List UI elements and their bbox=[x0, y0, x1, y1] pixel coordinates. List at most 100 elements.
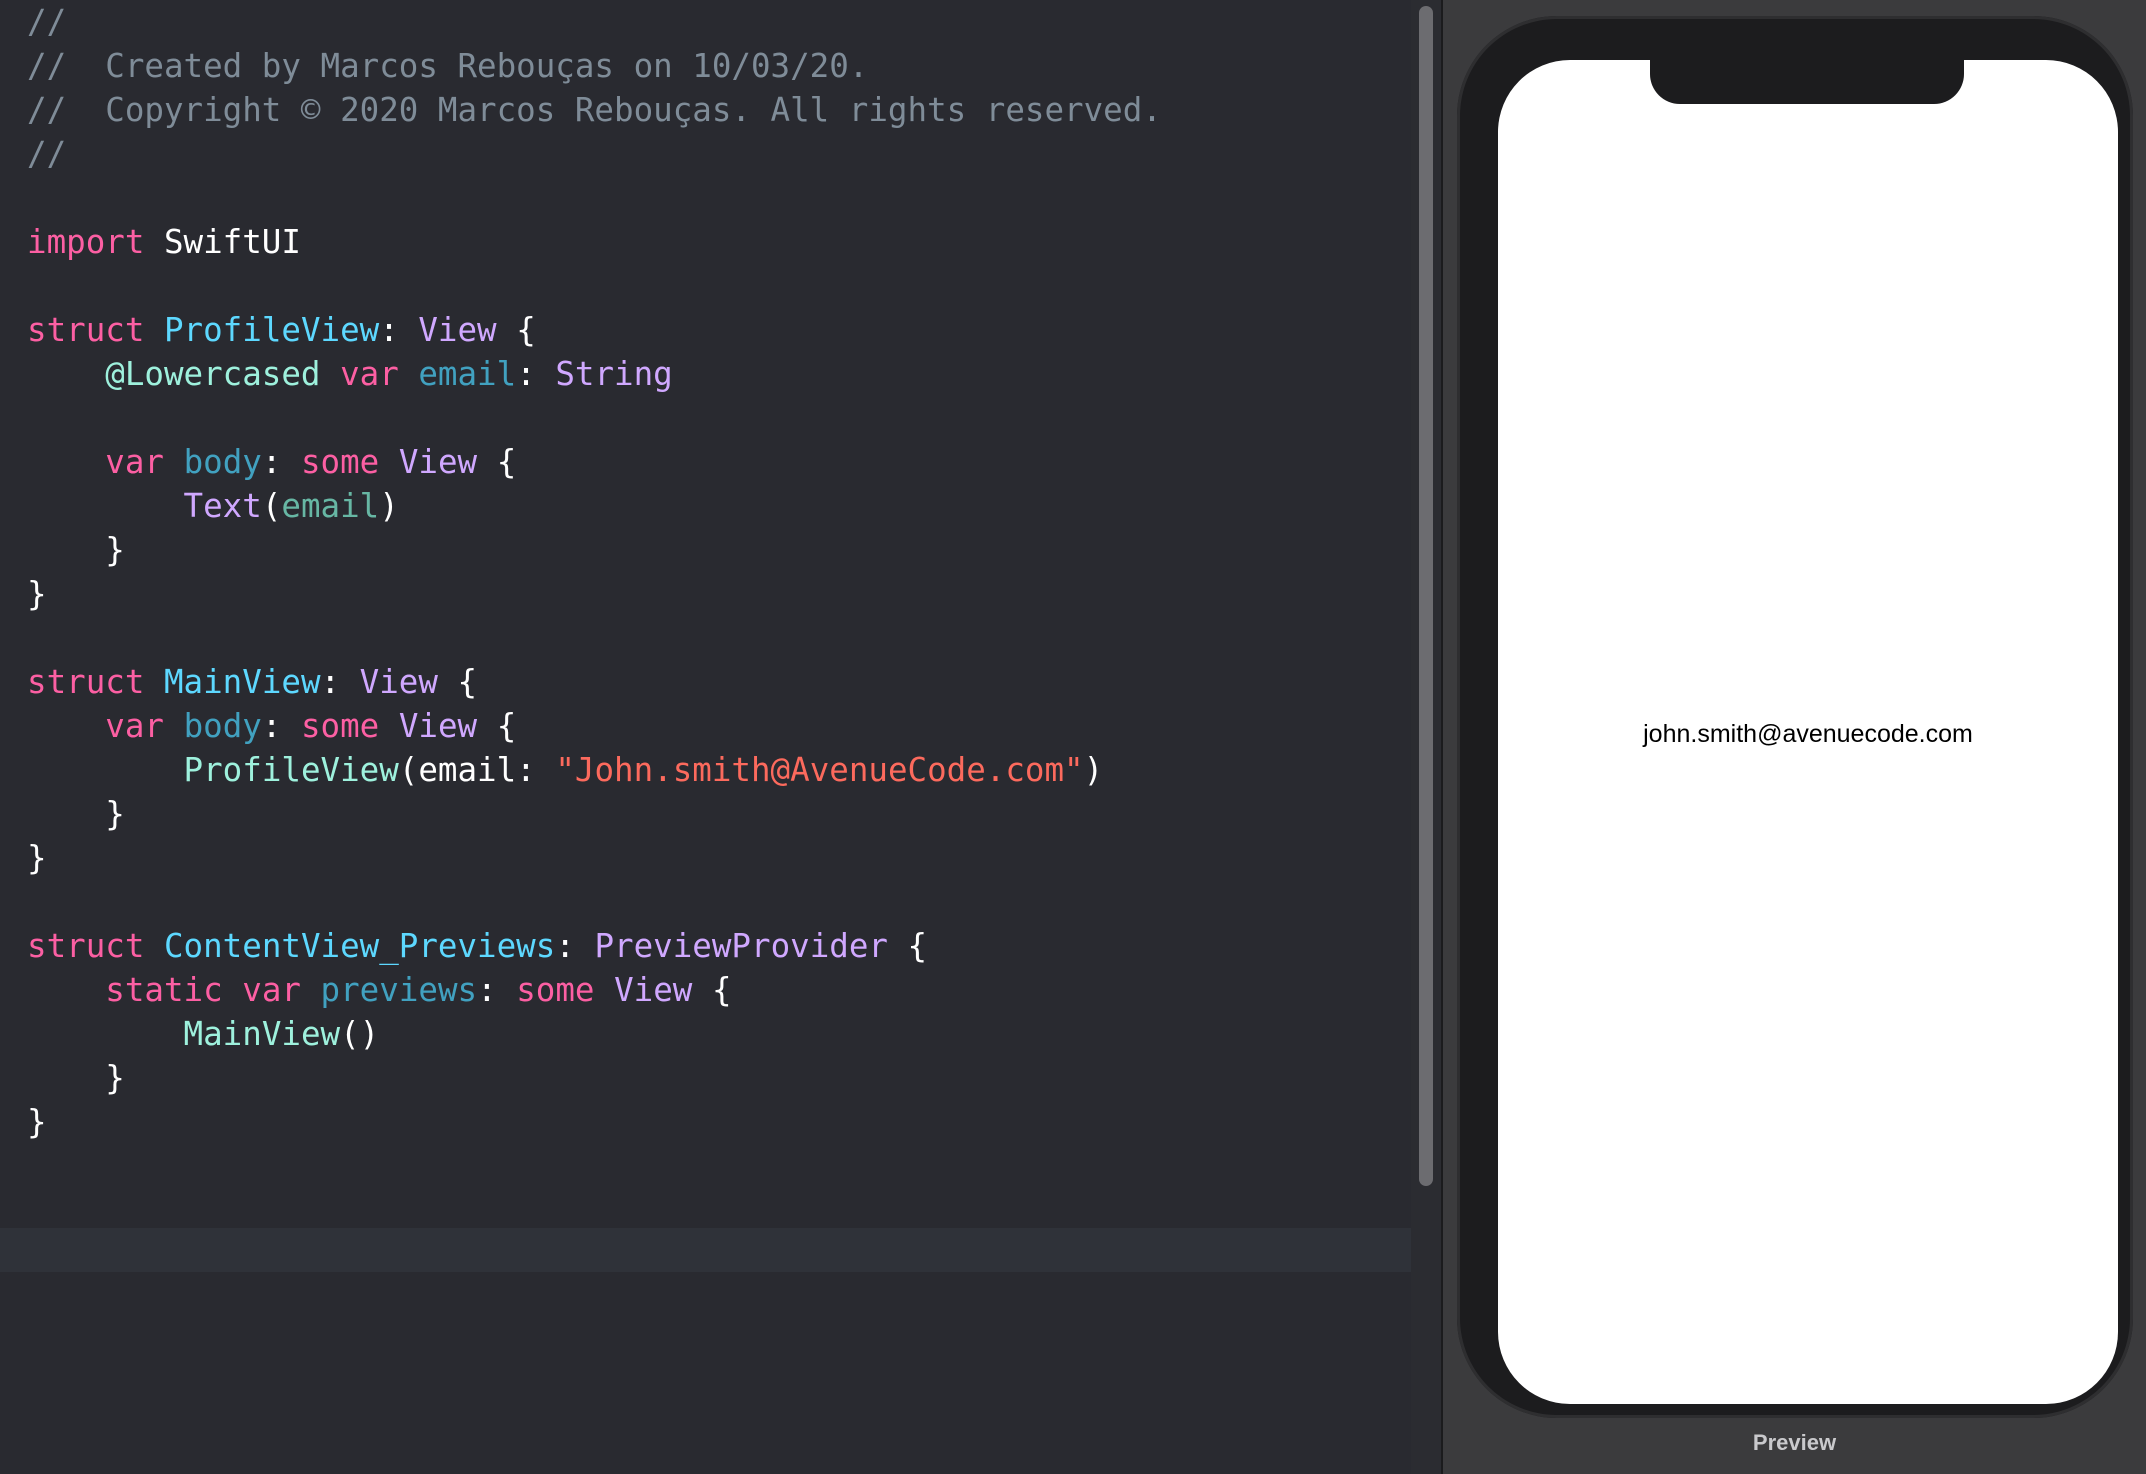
code-token: MainView bbox=[163, 663, 321, 701]
code-token: { bbox=[437, 663, 478, 701]
code-line[interactable]: // bbox=[0, 132, 1411, 176]
code-token: { bbox=[887, 927, 928, 965]
code-line[interactable] bbox=[0, 176, 1411, 220]
code-token: "John.smith@AvenueCode.com" bbox=[555, 751, 1084, 789]
code-line[interactable]: // Copyright © 2020 Marcos Rebouças. All… bbox=[0, 88, 1411, 132]
preview-canvas: john.smith@avenuecode.com Preview bbox=[1443, 0, 2146, 1474]
code-token: : bbox=[261, 443, 301, 481]
code-token: previews bbox=[320, 971, 478, 1009]
code-token: @Lowercased bbox=[27, 355, 321, 393]
code-token: } bbox=[27, 795, 125, 833]
code-token: ContentView_Previews bbox=[163, 927, 556, 965]
code-line[interactable]: struct MainView: View { bbox=[0, 660, 1411, 704]
code-line[interactable] bbox=[0, 396, 1411, 440]
code-token: { bbox=[496, 311, 536, 349]
code-token: } bbox=[27, 839, 47, 877]
code-token: var bbox=[105, 443, 164, 481]
code-token: } bbox=[27, 1059, 125, 1097]
code-line[interactable]: struct ContentView_Previews: PreviewProv… bbox=[0, 924, 1411, 968]
code-line[interactable]: // bbox=[0, 0, 1411, 44]
code-token: ProfileView bbox=[183, 751, 399, 789]
code-token: ( bbox=[261, 487, 282, 525]
code-line[interactable] bbox=[0, 880, 1411, 924]
code-token: : bbox=[261, 707, 301, 745]
code-token: : bbox=[555, 927, 595, 965]
code-token: ) bbox=[1083, 751, 1104, 789]
code-line[interactable]: } bbox=[0, 528, 1411, 572]
code-lines[interactable]: // // Created by Marcos Rebouças on 10/03… bbox=[0, 0, 1411, 1144]
code-token: } bbox=[27, 575, 47, 613]
code-token: var bbox=[105, 707, 164, 745]
code-line[interactable]: } bbox=[0, 836, 1411, 880]
code-line[interactable]: // Created by Marcos Rebouças on 10/03/2… bbox=[0, 44, 1411, 88]
code-token: MainView bbox=[183, 1015, 341, 1053]
code-line[interactable]: } bbox=[0, 1056, 1411, 1100]
code-token: { bbox=[692, 971, 732, 1009]
code-line[interactable]: MainView() bbox=[0, 1012, 1411, 1056]
code-token: ) bbox=[379, 487, 399, 525]
device-screen[interactable]: john.smith@avenuecode.com bbox=[1498, 60, 2118, 1404]
code-token: PreviewProvider bbox=[594, 927, 888, 965]
code-token: View bbox=[418, 311, 497, 349]
code-token: Text bbox=[183, 487, 262, 525]
code-editor[interactable]: // // Created by Marcos Rebouças on 10/03… bbox=[0, 0, 1411, 1474]
code-token: ProfileView bbox=[163, 311, 380, 349]
code-token: } bbox=[27, 531, 125, 569]
code-line[interactable]: } bbox=[0, 572, 1411, 616]
code-token: String bbox=[555, 355, 673, 393]
code-token: struct bbox=[27, 663, 145, 701]
code-line[interactable]: } bbox=[0, 1100, 1411, 1144]
code-token: static bbox=[105, 971, 223, 1009]
current-line-highlight bbox=[0, 1228, 1411, 1272]
code-token: () bbox=[340, 1015, 380, 1053]
code-token: { bbox=[477, 707, 517, 745]
code-token: : bbox=[516, 355, 556, 393]
code-line[interactable] bbox=[0, 616, 1411, 660]
code-token: { bbox=[477, 443, 517, 481]
code-token: var bbox=[340, 355, 399, 393]
code-token: struct bbox=[27, 927, 145, 965]
code-token: struct bbox=[27, 311, 145, 349]
code-line[interactable]: static var previews: some View { bbox=[0, 968, 1411, 1012]
code-line[interactable]: ProfileView(email: "John.smith@AvenueCod… bbox=[0, 748, 1411, 792]
code-line[interactable]: } bbox=[0, 792, 1411, 836]
code-token: // Created by Marcos Rebouças on 10/03/2… bbox=[27, 47, 869, 85]
code-token: some bbox=[516, 971, 595, 1009]
code-token: View bbox=[359, 663, 438, 701]
code-token: View bbox=[614, 971, 693, 1009]
code-token: import bbox=[27, 223, 145, 261]
code-token: body bbox=[183, 443, 262, 481]
code-token: // bbox=[27, 135, 67, 173]
device-notch bbox=[1650, 60, 1964, 104]
code-token: email bbox=[281, 487, 380, 525]
code-line[interactable] bbox=[0, 264, 1411, 308]
code-line[interactable]: import SwiftUI bbox=[0, 220, 1411, 264]
code-line[interactable]: struct ProfileView: View { bbox=[0, 308, 1411, 352]
device-frame: john.smith@avenuecode.com bbox=[1457, 16, 2133, 1418]
code-token: SwiftUI bbox=[144, 223, 301, 261]
editor-scrollbar-thumb[interactable] bbox=[1419, 6, 1433, 1186]
code-line[interactable]: var body: some View { bbox=[0, 440, 1411, 484]
code-token: : bbox=[320, 663, 360, 701]
code-token: : bbox=[477, 971, 517, 1009]
code-line[interactable]: Text(email) bbox=[0, 484, 1411, 528]
code-line[interactable]: @Lowercased var email: String bbox=[0, 352, 1411, 396]
code-token: // Copyright © 2020 Marcos Rebouças. All… bbox=[27, 91, 1162, 129]
code-token: } bbox=[27, 1103, 47, 1141]
code-token: some bbox=[300, 443, 380, 481]
code-line[interactable]: var body: some View { bbox=[0, 704, 1411, 748]
